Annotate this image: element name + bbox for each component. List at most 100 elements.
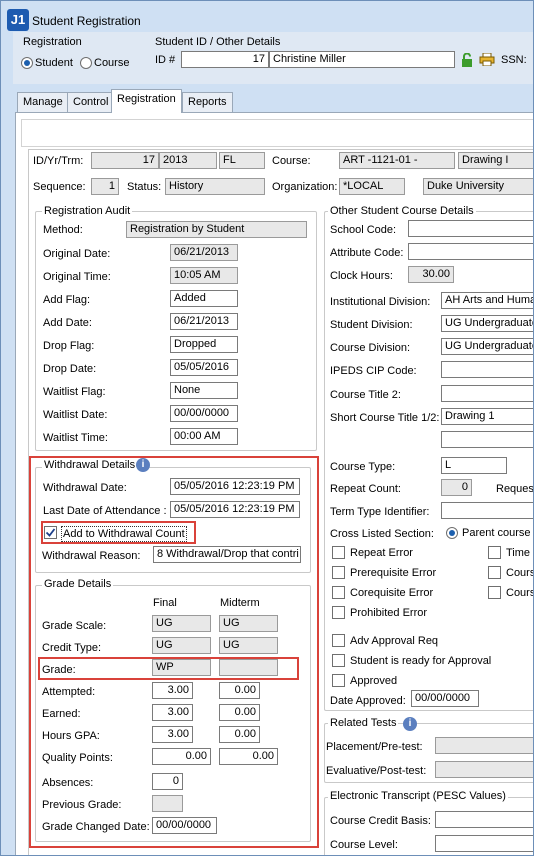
school-code-field[interactable] bbox=[408, 220, 533, 237]
repeat-error-checkbox[interactable] bbox=[332, 546, 345, 559]
ipeds-cip-field[interactable] bbox=[441, 361, 533, 378]
idyrtrm-label: ID/Yr/Trm: bbox=[33, 155, 84, 167]
attribute-code-field[interactable] bbox=[408, 243, 533, 260]
waitlist-time-label: Waitlist Time: bbox=[43, 432, 108, 444]
course-type-field[interactable]: L bbox=[441, 457, 507, 474]
app-logo-icon: J1 bbox=[7, 9, 29, 31]
prohibited-error-label[interactable]: Prohibited Error bbox=[350, 606, 427, 620]
tab-reports[interactable]: Reports bbox=[182, 92, 233, 112]
adv-approval-checkbox[interactable] bbox=[332, 634, 345, 647]
school-code-label: School Code: bbox=[330, 224, 397, 236]
lock-icon[interactable] bbox=[461, 52, 473, 67]
course-type-label: Course Type: bbox=[330, 461, 396, 473]
parent-course-label[interactable]: Parent course bbox=[462, 526, 530, 540]
ready-approval-label[interactable]: Student is ready for Approval bbox=[350, 654, 491, 668]
repeat-count-field: 0 bbox=[441, 479, 472, 496]
withdrawal-count-highlight-box bbox=[41, 521, 196, 544]
course-credit-basis-field[interactable] bbox=[435, 811, 533, 828]
cross-listed-label: Cross Listed Section: bbox=[330, 528, 434, 540]
waitlist-time-field[interactable]: 00:00 AM bbox=[170, 428, 238, 445]
evaluative-posttest-field bbox=[435, 761, 533, 778]
course-field: ART -1121-01 - bbox=[339, 152, 455, 169]
waitlist-flag-label: Waitlist Flag: bbox=[43, 386, 106, 398]
clock-hours-label: Clock Hours: bbox=[330, 270, 393, 282]
approved-checkbox[interactable] bbox=[332, 674, 345, 687]
course-radio[interactable] bbox=[80, 57, 92, 69]
reg-year-field: 2013 bbox=[159, 152, 217, 169]
course-radio-label[interactable]: Course bbox=[94, 56, 129, 70]
course-division-label: Course Division: bbox=[330, 342, 411, 354]
student-radio-label[interactable]: Student bbox=[35, 56, 73, 70]
attribute-code-label: Attribute Code: bbox=[330, 247, 404, 259]
tab-control[interactable]: Control bbox=[67, 92, 115, 112]
waitlist-date-field[interactable]: 00/00/0000 bbox=[170, 405, 238, 422]
placement-pretest-field bbox=[435, 737, 533, 754]
course-level-label: Course Level: bbox=[330, 839, 398, 851]
course-label: Course: bbox=[272, 155, 311, 167]
organization-code-field: *LOCAL bbox=[339, 178, 405, 195]
course-credit-basis-label: Course Credit Basis: bbox=[330, 815, 431, 827]
course-level-field[interactable] bbox=[435, 835, 533, 852]
drop-flag-field[interactable]: Dropped bbox=[170, 336, 238, 353]
student-name-field[interactable]: Christine Miller bbox=[269, 51, 455, 68]
course-division-select[interactable]: UG Undergraduate bbox=[441, 338, 533, 355]
drop-flag-label: Drop Flag: bbox=[43, 340, 95, 352]
clock-hours-field: 30.00 bbox=[408, 266, 454, 283]
toolbar-strip bbox=[21, 119, 533, 147]
related-tests-info-icon[interactable]: i bbox=[403, 717, 417, 731]
drop-date-field[interactable]: 05/05/2016 bbox=[170, 359, 238, 376]
sequence-field: 1 bbox=[91, 178, 119, 195]
term-type-identifier-label: Term Type Identifier: bbox=[330, 506, 430, 518]
student-division-select[interactable]: UG Undergraduate bbox=[441, 315, 533, 332]
short-course-title-1-field[interactable]: Drawing 1 bbox=[441, 408, 533, 425]
student-radio[interactable] bbox=[21, 57, 33, 69]
tab-manage[interactable]: Manage bbox=[17, 92, 69, 112]
adv-approval-label[interactable]: Adv Approval Req bbox=[350, 634, 438, 648]
id-group-label: Student ID / Other Details bbox=[155, 36, 281, 48]
term-type-identifier-field[interactable] bbox=[441, 502, 533, 519]
window: J1 Student Registration Registration Stu… bbox=[0, 0, 534, 856]
registration-group-label: Registration bbox=[23, 36, 82, 48]
withdrawal-highlight-box bbox=[29, 456, 319, 848]
add-flag-field[interactable]: Added bbox=[170, 290, 238, 307]
print-icon[interactable] bbox=[479, 52, 495, 67]
time-checkbox[interactable] bbox=[488, 546, 501, 559]
approved-label[interactable]: Approved bbox=[350, 674, 397, 688]
ipeds-cip-label: IPEDS CIP Code: bbox=[330, 365, 417, 377]
original-date-field: 06/21/2013 bbox=[170, 244, 238, 261]
reg-id-field: 17 bbox=[91, 152, 159, 169]
waitlist-flag-field[interactable]: None bbox=[170, 382, 238, 399]
grade-highlight-box bbox=[38, 657, 299, 680]
prohibited-error-checkbox[interactable] bbox=[332, 606, 345, 619]
original-time-label: Original Time: bbox=[43, 271, 111, 283]
corequisite-error-checkbox[interactable] bbox=[332, 586, 345, 599]
id-label: ID # bbox=[155, 54, 176, 66]
corequisite-error-label[interactable]: Corequisite Error bbox=[350, 586, 433, 600]
repeat-count-label: Repeat Count: bbox=[330, 483, 401, 495]
parent-course-radio[interactable] bbox=[446, 527, 458, 539]
course-title-field: Drawing I bbox=[458, 152, 533, 169]
tab-registration[interactable]: Registration bbox=[111, 89, 182, 113]
short-course-title-2-field[interactable] bbox=[441, 431, 533, 448]
institutional-division-select[interactable]: AH Arts and Huma bbox=[441, 292, 533, 309]
time-label[interactable]: Time bbox=[506, 546, 530, 560]
repeat-error-label[interactable]: Repeat Error bbox=[350, 546, 413, 560]
ready-approval-checkbox[interactable] bbox=[332, 654, 345, 667]
institutional-division-label: Institutional Division: bbox=[330, 296, 431, 308]
status-label: Status: bbox=[127, 181, 162, 193]
prerequisite-error-checkbox[interactable] bbox=[332, 566, 345, 579]
add-date-label: Add Date: bbox=[43, 317, 92, 329]
date-approved-label: Date Approved: bbox=[330, 695, 406, 707]
student-id-field[interactable]: 17 bbox=[181, 51, 269, 68]
short-course-title-label: Short Course Title 1/2: bbox=[330, 412, 440, 424]
add-date-field[interactable]: 06/21/2013 bbox=[170, 313, 238, 330]
prerequisite-error-label[interactable]: Prerequisite Error bbox=[350, 566, 436, 580]
date-approved-field[interactable]: 00/00/0000 bbox=[411, 690, 479, 707]
cours-label-1[interactable]: Cours bbox=[506, 566, 533, 580]
method-label: Method: bbox=[43, 224, 83, 236]
status-field: History bbox=[165, 178, 265, 195]
cours-label-2[interactable]: Cours bbox=[506, 586, 533, 600]
course-title-2-field[interactable] bbox=[441, 385, 533, 402]
cours-checkbox-2[interactable] bbox=[488, 586, 501, 599]
cours-checkbox-1[interactable] bbox=[488, 566, 501, 579]
